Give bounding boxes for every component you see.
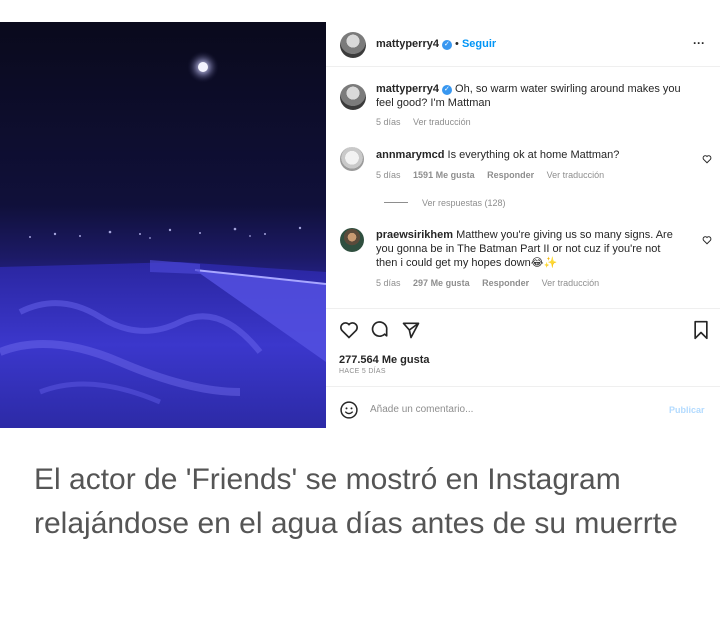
commenter-avatar[interactable] xyxy=(340,228,364,252)
caption-meta: 5 días Ver traducción xyxy=(376,117,481,127)
comment-likes[interactable]: 297 Me gusta xyxy=(413,278,470,288)
follow-button[interactable]: Seguir xyxy=(462,38,496,50)
commenter-avatar[interactable] xyxy=(340,147,364,171)
bookmark-icon[interactable] xyxy=(692,320,710,340)
instagram-post: mattyperry4 ✓ • Seguir ··· mattyperry4 ✓ O… xyxy=(0,22,720,428)
reply-button[interactable]: Responder xyxy=(487,170,534,180)
posted-time: HACE 5 DÍAS xyxy=(339,368,386,375)
caption-avatar[interactable] xyxy=(340,84,366,110)
post-header: mattyperry4 ✓ • Seguir xyxy=(376,38,497,50)
post-photo[interactable] xyxy=(0,22,326,428)
likes-count[interactable]: 277.564 Me gusta xyxy=(339,353,430,367)
comment-likes[interactable]: 1591 Me gusta xyxy=(413,170,475,180)
add-comment-input[interactable]: Añade un comentario... xyxy=(370,403,473,417)
comment-meta: 5 días 297 Me gusta Responder Ver traduc… xyxy=(376,278,609,288)
caption-username[interactable]: mattyperry4 xyxy=(376,83,439,95)
view-replies-label[interactable]: Ver respuestas (128) xyxy=(422,198,506,208)
caption-translate[interactable]: Ver traducción xyxy=(413,117,471,127)
comment-box-divider xyxy=(326,386,720,387)
comment-translate[interactable]: Ver traducción xyxy=(542,278,600,288)
heart-icon[interactable] xyxy=(339,320,359,340)
comment-username[interactable]: praewsirikhem xyxy=(376,229,453,241)
post-side-panel: mattyperry4 ✓ • Seguir ··· mattyperry4 ✓ O… xyxy=(326,22,720,428)
comment-time: 5 días xyxy=(376,170,401,180)
publish-button[interactable]: Publicar xyxy=(669,403,705,417)
header-divider xyxy=(326,66,720,67)
view-replies[interactable]: Ver respuestas (128) xyxy=(384,198,516,208)
reply-button[interactable]: Responder xyxy=(482,278,529,288)
comment-username[interactable]: annmarymcd xyxy=(376,149,444,161)
comment-body: Is everything ok at home Mattman? xyxy=(447,149,620,161)
emoji-icon[interactable] xyxy=(339,400,359,420)
author-username[interactable]: mattyperry4 xyxy=(376,38,439,50)
caption-text: mattyperry4 ✓ Oh, so warm water swirling … xyxy=(376,82,696,110)
comment-text: annmarymcd Is everything ok at home Matt… xyxy=(376,148,676,162)
comment-text: praewsirikhem Matthew you're giving us s… xyxy=(376,228,682,270)
caption-time: 5 días xyxy=(376,117,401,127)
comment-icon[interactable] xyxy=(370,320,390,340)
article-caption: El actor de 'Friends' se mostró en Insta… xyxy=(34,463,678,540)
comment-meta: 5 días 1591 Me gusta Responder Ver tradu… xyxy=(376,170,614,180)
verified-icon: ✓ xyxy=(441,85,452,95)
share-icon[interactable] xyxy=(401,320,421,340)
comment-like-heart-icon[interactable] xyxy=(702,235,712,245)
comment-translate[interactable]: Ver traducción xyxy=(547,170,605,180)
comment-like-heart-icon[interactable] xyxy=(702,154,712,164)
author-avatar[interactable] xyxy=(340,32,366,58)
more-icon[interactable]: ··· xyxy=(693,36,705,50)
verified-icon: ✓ xyxy=(441,40,452,50)
night-pool-image xyxy=(0,51,326,428)
comment-time: 5 días xyxy=(376,278,401,288)
actions-divider xyxy=(326,308,720,309)
replies-line xyxy=(384,202,408,203)
